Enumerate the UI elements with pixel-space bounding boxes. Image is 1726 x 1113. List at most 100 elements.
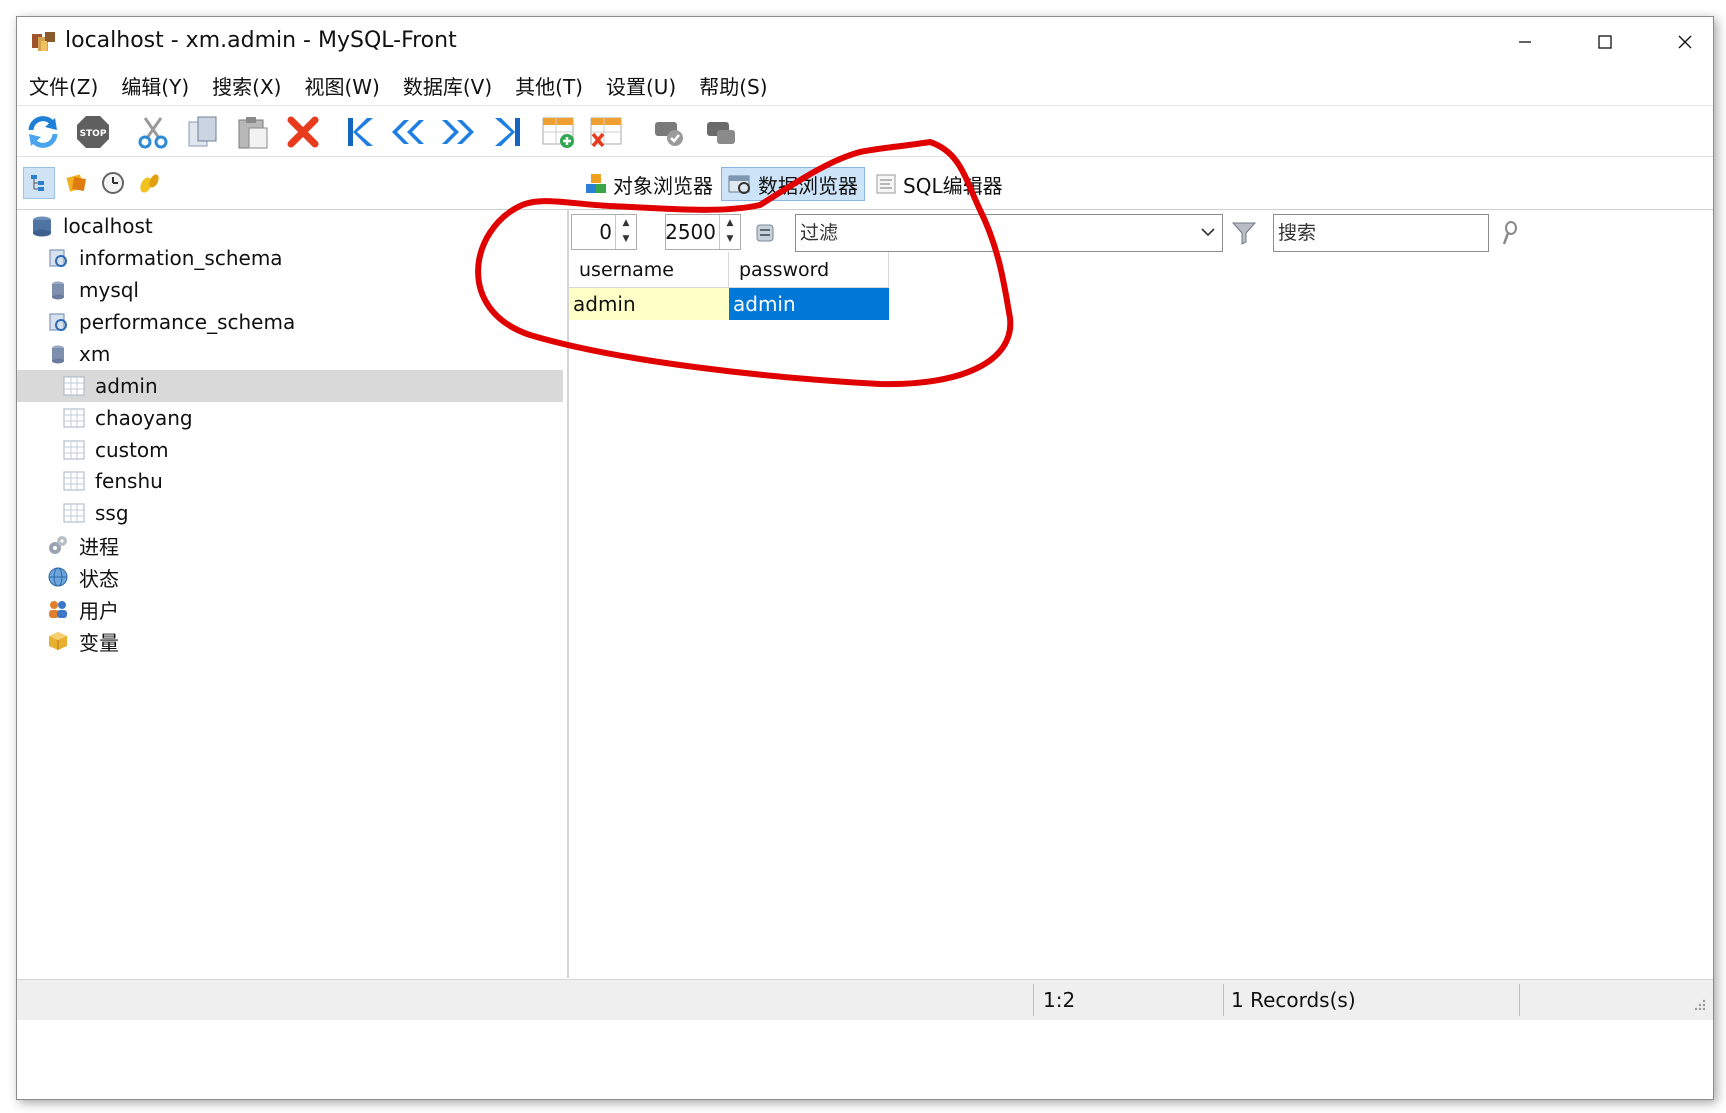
limit-value: 2500 [665,220,716,244]
insert-row-icon[interactable] [539,112,579,152]
bookmarks-icon[interactable] [61,167,93,199]
search-placeholder: 搜索 [1278,222,1317,244]
search-input[interactable]: 搜索 [1273,214,1489,252]
cursor-position: 1:2 [1043,988,1076,1012]
menu-bar: 文件(Z) 编辑(Y) 搜索(X) 视图(W) 数据库(V) 其他(T) 设置(… [17,67,1713,103]
tree-node-label: performance_schema [79,310,296,334]
table-icon [63,407,85,429]
last-icon[interactable] [487,112,527,152]
menu-settings[interactable]: 设置(U) [606,71,676,100]
stop-icon[interactable]: STOP [73,112,113,152]
next-page-icon[interactable] [437,112,477,152]
history-icon[interactable] [97,167,129,199]
tree-node-status[interactable]: 状态 [47,561,119,593]
chevron-down-icon[interactable] [1200,224,1216,244]
limit-up-arrow-icon[interactable]: ▲ [720,215,740,231]
filter-icon[interactable] [1229,218,1259,248]
filter-combobox[interactable]: 过滤 [795,214,1223,252]
search-go-icon[interactable] [1495,218,1525,248]
resize-grip-icon[interactable] [1693,997,1707,1016]
tree-node-localhost[interactable]: localhost [31,210,153,242]
tab-data-browser[interactable]: 数据浏览器 [721,167,865,201]
offset-up-arrow-icon[interactable]: ▲ [616,215,636,231]
first-icon[interactable] [341,112,381,152]
tree-node-variables[interactable]: 变量 [47,625,119,657]
object-browser-icon [585,173,607,195]
offset-value: 0 [599,220,612,244]
copy-icon[interactable] [183,112,223,152]
menu-help[interactable]: 帮助(S) [699,71,767,100]
variables-icon [47,630,69,652]
limit-toggle-icon[interactable] [751,218,781,248]
column-header-username[interactable]: username [569,252,729,288]
refresh-icon[interactable] [23,112,63,152]
tree-node-label: fenshu [95,469,163,493]
sql-editor-icon [875,173,897,195]
tree-node-label: 状态 [79,566,119,591]
tab-object-browser[interactable]: 对象浏览器 [579,167,719,201]
delete-icon[interactable] [283,112,323,152]
tree-node-label: chaoyang [95,406,193,430]
tree-node-information-schema[interactable]: information_schema [47,242,283,274]
tree-node-label: custom [95,438,169,462]
menu-file[interactable]: 文件(Z) [29,71,98,100]
tree-node-xm[interactable]: xm [47,338,110,370]
tab-sql-editor[interactable]: SQL编辑器 [869,167,1009,201]
tree-view-icon[interactable] [23,167,55,199]
status-bar: 1:2 1 Records(s) [17,979,1713,1020]
tree-node-performance-schema[interactable]: performance_schema [47,306,295,338]
tree-node-chaoyang[interactable]: chaoyang [63,402,193,434]
cut-icon[interactable] [133,112,173,152]
offset-spinner[interactable]: 0 ▲ ▼ [571,214,637,250]
tree-node-label: ssg [95,501,129,525]
tree-node-mysql[interactable]: mysql [47,274,139,306]
tree-node-ssg[interactable]: ssg [63,497,129,529]
tree-node-label: 用户 [79,598,119,623]
users-icon [47,598,69,620]
limit-spinner[interactable]: 2500 ▲ ▼ [665,214,741,250]
offset-down-arrow-icon[interactable]: ▼ [616,231,636,247]
table-icon [63,502,85,524]
svg-text:STOP: STOP [80,129,107,139]
close-button[interactable] [1645,17,1713,67]
menu-view[interactable]: 视图(W) [304,71,379,100]
database-icon [47,343,69,365]
cell-username[interactable]: admin [569,288,729,320]
title-bar: localhost - xm.admin - MySQL-Front [17,17,1713,67]
menu-other[interactable]: 其他(T) [515,71,583,100]
tree-node-admin[interactable]: admin [17,370,563,402]
tree-node-processes[interactable]: 进程 [47,529,119,561]
cancel-icon[interactable] [701,112,741,152]
menu-edit[interactable]: 编辑(Y) [121,71,189,100]
server-icon [31,215,53,237]
tree-node-label: 变量 [79,630,119,655]
menu-search[interactable]: 搜索(X) [212,71,281,100]
post-icon[interactable] [649,112,689,152]
paste-icon[interactable] [233,112,273,152]
minimize-button[interactable] [1485,17,1565,67]
tree-node-label: localhost [63,214,153,238]
database-tree: localhost information_schema mysql perfo… [17,210,567,978]
status-icon [47,566,69,588]
delete-row-icon[interactable] [587,112,627,152]
tab-data-browser-label: 数据浏览器 [758,173,858,198]
data-browser-icon [728,173,752,195]
tree-node-custom[interactable]: custom [63,434,169,466]
system-database-icon [47,311,69,333]
tree-node-users[interactable]: 用户 [47,593,119,625]
prev-page-icon[interactable] [389,112,429,152]
limit-down-arrow-icon[interactable]: ▼ [720,231,740,247]
menu-database[interactable]: 数据库(V) [403,71,492,100]
app-window: localhost - xm.admin - MySQL-Front 文件(Z)… [16,16,1714,1100]
maximize-button[interactable] [1565,17,1645,67]
data-browser-panel: 0 ▲ ▼ 2500 ▲ ▼ 过滤 搜索 username password a… [569,210,1713,978]
process-icon [47,534,69,556]
table-icon [63,375,85,397]
table-icon [63,439,85,461]
tree-node-fenshu[interactable]: fenshu [63,465,163,497]
column-header-password[interactable]: password [729,252,889,288]
record-count: 1 Records(s) [1231,988,1356,1012]
window-title: localhost - xm.admin - MySQL-Front [65,28,457,53]
sql-history-icon[interactable] [133,167,165,199]
cell-password[interactable]: admin [729,288,889,320]
